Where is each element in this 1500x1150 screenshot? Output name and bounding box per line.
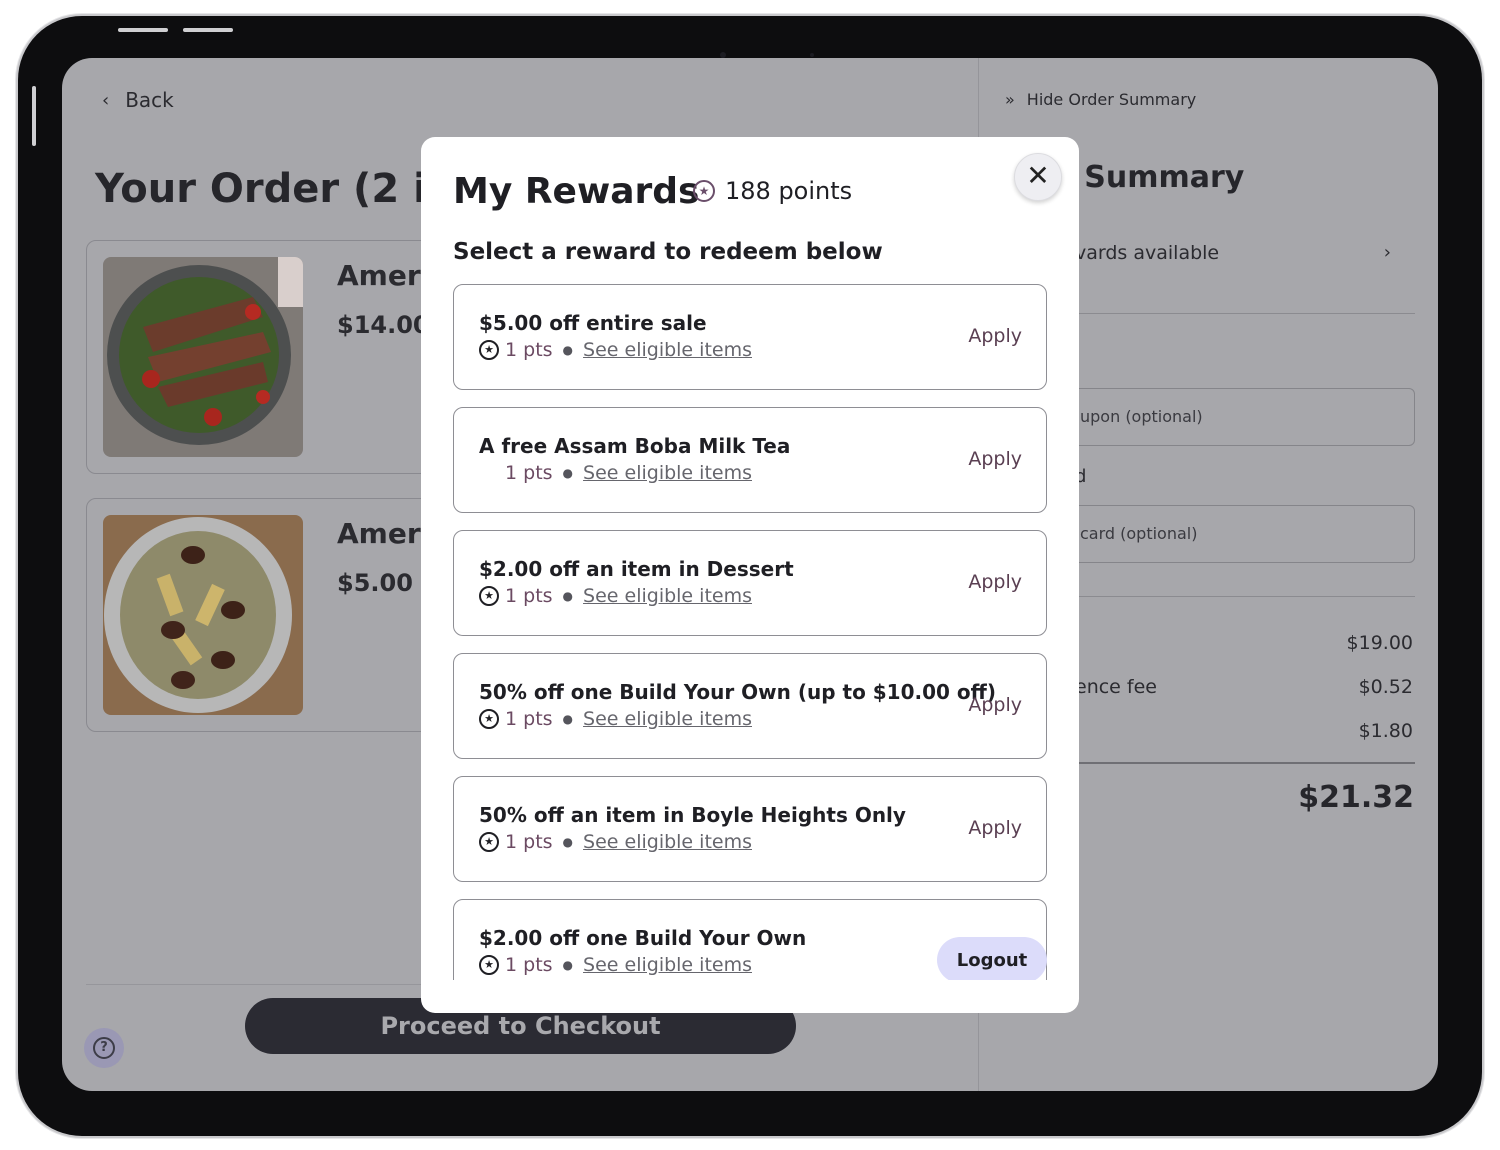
reward-points: 1 pts	[505, 585, 553, 607]
reward-points: 1 pts	[505, 831, 553, 853]
reward-name: 50% off one Build Your Own (up to $10.00…	[479, 680, 996, 704]
reward-points: 1 pts	[505, 462, 553, 484]
separator-dot: ●	[562, 343, 574, 357]
side-button	[32, 86, 36, 146]
item-price: $5.00	[337, 569, 413, 597]
star-badge-icon: ★	[479, 340, 499, 360]
chevron-right-icon: ›	[1383, 242, 1391, 263]
order-total: $21.32	[1298, 780, 1414, 815]
reward-points: 1 pts	[505, 708, 553, 730]
apply-button[interactable]: Apply	[968, 694, 1022, 716]
convenience-fee-line: ence fee $0.52	[1075, 676, 1413, 698]
apply-button[interactable]: Apply	[968, 817, 1022, 839]
reward-item[interactable]: 50% off one Build Your Own (up to $10.00…	[453, 653, 1047, 759]
subtotal-value: $19.00	[1346, 632, 1413, 654]
rewards-available-label: vards available	[1075, 242, 1220, 264]
reward-meta: ★ 1 pts ● See eligible items	[479, 585, 752, 607]
apply-button[interactable]: Apply	[968, 325, 1022, 347]
separator-dot: ●	[562, 466, 574, 480]
item-price: $14.00	[337, 311, 430, 339]
see-eligible-items-link[interactable]: See eligible items	[583, 339, 752, 361]
logout-button[interactable]: Logout	[937, 937, 1047, 980]
points-value: 188 points	[725, 177, 853, 205]
item-name: Ameri	[337, 517, 431, 550]
see-eligible-items-link[interactable]: See eligible items	[583, 462, 752, 484]
volume-button	[183, 28, 233, 32]
star-badge-icon: ★	[479, 586, 499, 606]
help-button[interactable]: ?	[84, 1028, 124, 1068]
star-badge-icon: ★	[693, 180, 715, 202]
star-badge-icon: ★	[479, 955, 499, 975]
reward-points: 1 pts	[505, 954, 553, 976]
convenience-fee-label: ence fee	[1075, 676, 1157, 698]
see-eligible-items-link[interactable]: See eligible items	[583, 831, 752, 853]
reward-item[interactable]: 50% off an item in Boyle Heights Only ★ …	[453, 776, 1047, 882]
reward-name: $5.00 off entire sale	[479, 311, 707, 335]
double-chevron-right-icon: »	[1005, 90, 1015, 109]
reward-name: A free Assam Boba Milk Tea	[479, 434, 791, 458]
food-image	[103, 515, 303, 715]
modal-title: My Rewards	[453, 171, 700, 212]
tax-value: $1.80	[1358, 720, 1413, 742]
convenience-fee-value: $0.52	[1358, 676, 1413, 698]
reward-meta: ★ 1 pts ● See eligible items	[479, 708, 752, 730]
question-circle-icon: ?	[93, 1037, 115, 1059]
see-eligible-items-link[interactable]: See eligible items	[583, 708, 752, 730]
food-image	[103, 257, 303, 457]
see-eligible-items-link[interactable]: See eligible items	[583, 954, 752, 976]
reward-points: 1 pts	[505, 339, 553, 361]
summary-title: r Summary	[1059, 160, 1245, 195]
page-title: Your Order (2 ite	[95, 166, 474, 212]
reward-item[interactable]: A free Assam Boba Milk Tea 1 pts ● See e…	[453, 407, 1047, 513]
separator-dot: ●	[562, 589, 574, 603]
separator-dot: ●	[562, 712, 574, 726]
sensor-dot	[810, 53, 814, 57]
back-label: Back	[125, 88, 174, 112]
reward-item[interactable]: $2.00 off an item in Dessert ★ 1 pts ● S…	[453, 530, 1047, 636]
blank-icon-slot	[479, 463, 499, 483]
subtotal-line: l $19.00	[1075, 632, 1413, 654]
modal-subtitle: Select a reward to redeem below	[453, 239, 883, 265]
rewards-list[interactable]: $5.00 off entire sale ★ 1 pts ● See elig…	[453, 284, 1047, 980]
close-button[interactable]: ✕	[1014, 153, 1062, 201]
chevron-left-icon: ‹	[102, 89, 110, 111]
reward-meta: 1 pts ● See eligible items	[479, 462, 752, 484]
star-badge-icon: ★	[479, 709, 499, 729]
apply-button[interactable]: Apply	[968, 571, 1022, 593]
reward-name: $2.00 off an item in Dessert	[479, 557, 794, 581]
volume-button	[118, 28, 168, 32]
hide-summary-label: Hide Order Summary	[1026, 90, 1197, 109]
apply-button[interactable]: Apply	[968, 448, 1022, 470]
reward-meta: ★ 1 pts ● See eligible items	[479, 954, 752, 976]
points-balance: ★ 188 points	[693, 177, 852, 205]
separator-dot: ●	[562, 835, 574, 849]
see-eligible-items-link[interactable]: See eligible items	[583, 585, 752, 607]
back-button[interactable]: ‹ Back	[102, 88, 174, 112]
rewards-available-row[interactable]: vards available ›	[1075, 242, 1415, 264]
reward-name: $2.00 off one Build Your Own	[479, 926, 807, 950]
item-name: Ameri	[337, 259, 431, 292]
reward-meta: ★ 1 pts ● See eligible items	[479, 339, 752, 361]
hide-order-summary-button[interactable]: » Hide Order Summary	[1005, 90, 1196, 109]
rewards-modal: My Rewards ★ 188 points ✕ Select a rewar…	[421, 137, 1079, 1013]
separator-dot: ●	[562, 958, 574, 972]
reward-name: 50% off an item in Boyle Heights Only	[479, 803, 906, 827]
reward-item[interactable]: $5.00 off entire sale ★ 1 pts ● See elig…	[453, 284, 1047, 390]
close-icon: ✕	[1026, 159, 1050, 192]
star-badge-icon: ★	[479, 832, 499, 852]
reward-meta: ★ 1 pts ● See eligible items	[479, 831, 752, 853]
